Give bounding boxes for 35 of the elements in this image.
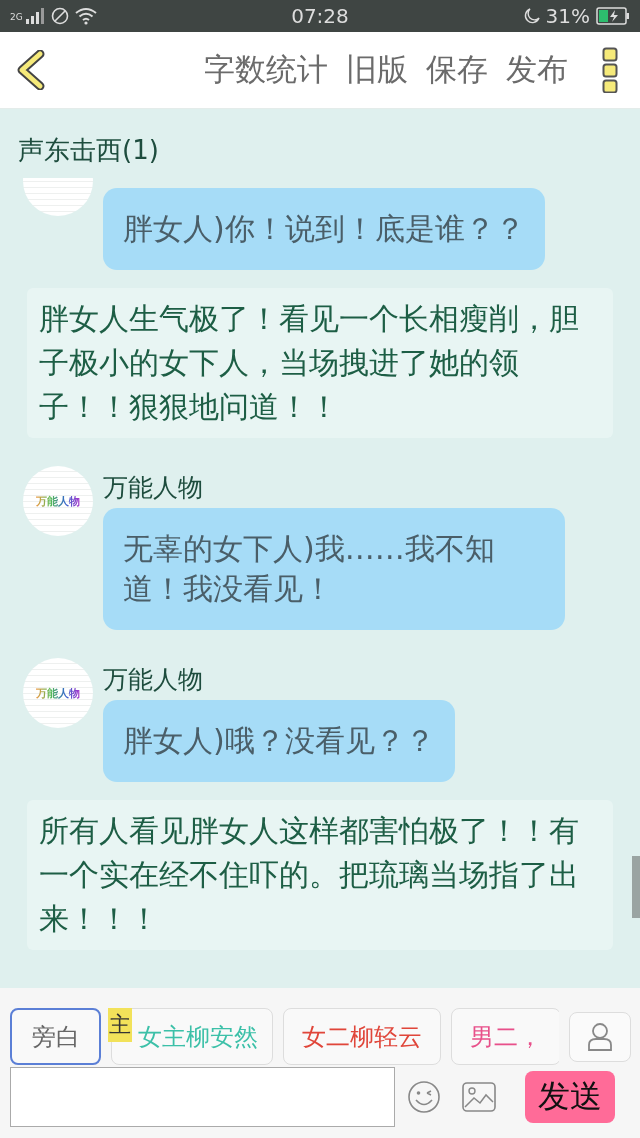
more-menu-button[interactable] (602, 47, 618, 93)
avatar: 万能人物 (23, 466, 93, 536)
role-chip[interactable]: 女二柳轻云 (283, 1008, 441, 1065)
clock: 07:28 (290, 4, 350, 28)
message-bubble: 无辜的女下人)我……我不知道！我没看见！ (103, 508, 565, 630)
speaker-name: 万能人物 (103, 471, 203, 504)
image-icon[interactable] (462, 1082, 496, 1112)
character-button[interactable] (569, 1011, 631, 1062)
speaker-name: 万能人物 (103, 663, 203, 696)
send-button[interactable]: 发送 (525, 1071, 615, 1123)
battery-percent: 31% (545, 4, 590, 28)
chapter-title: 声东击西(1) (17, 134, 160, 167)
moon-icon (523, 8, 540, 24)
toolbar-action[interactable]: 字数统计 (198, 49, 334, 91)
toolbar-action[interactable]: 保存 (420, 49, 494, 91)
person-icon (587, 1021, 614, 1052)
toolbar-action[interactable]: 旧版 (340, 49, 414, 91)
role-chip[interactable]: 男二， (451, 1008, 560, 1065)
role-chip[interactable]: 主 女主柳安然 (111, 1008, 273, 1065)
signal-icon (24, 8, 45, 24)
avatar: 万能人物 (23, 658, 93, 728)
role-chip[interactable]: 旁白 (10, 1008, 101, 1065)
network-label: 2G (10, 12, 23, 22)
message-bubble: 胖女人)你！说到！底是谁？？ (103, 188, 545, 270)
blocked-icon (50, 7, 69, 25)
toolbar-action[interactable]: 发布 (500, 49, 574, 91)
emoji-icon[interactable] (407, 1080, 441, 1114)
narration-text: 胖女人生气极了！看见一个长相瘦削，胆子极小的女下人，当场拽进了她的领子！！狠狠地问道！！ (27, 288, 613, 438)
message-bubble: 胖女人)哦？没看见？？ (103, 700, 455, 782)
scrollbar-thumb (632, 856, 640, 918)
lead-badge: 主 (108, 1008, 132, 1042)
battery-icon (596, 7, 630, 25)
message-input[interactable] (10, 1067, 395, 1127)
narration-text: 所有人看见胖女人这样都害怕极了！！有一个实在经不住吓的。把琉璃当场指了出来！！！ (27, 800, 613, 950)
wifi-icon (74, 7, 97, 25)
